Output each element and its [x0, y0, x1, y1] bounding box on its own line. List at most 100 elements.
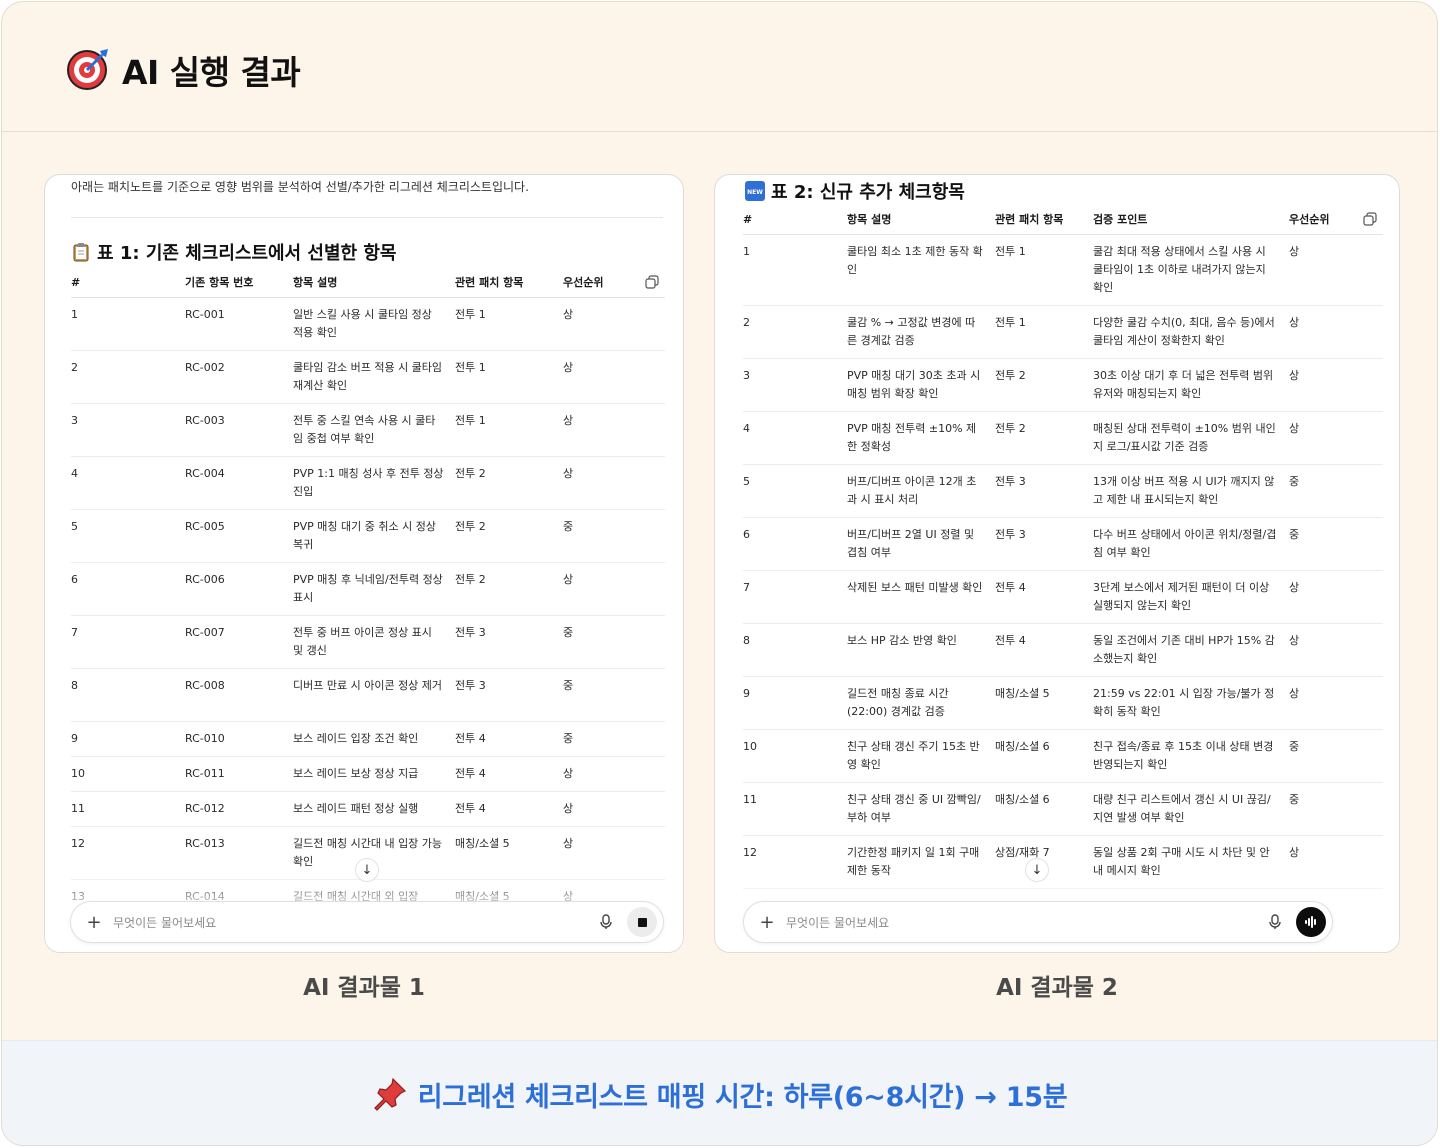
- table-cell: 전투 1: [455, 361, 486, 374]
- table-cell: 쿨타임 감소 버프 적용 시 쿨타임 재계산 확인: [293, 361, 443, 392]
- table-cell: 다수 버프 상태에서 아이콘 위치/정렬/겹침 여부 확인: [1093, 528, 1277, 559]
- chat-input[interactable]: 무엇이든 물어보세요: [786, 914, 1268, 931]
- table-cell: 다양한 쿨감 수치(0, 최대, 음수 등)에서 쿨타임 계산이 정확한지 확인: [1093, 316, 1275, 347]
- scroll-down-button[interactable]: ↓: [355, 858, 379, 882]
- table-cell: RC-001: [185, 308, 225, 321]
- table-row: 3 RC-003 전투 중 스킬 연속 사용 시 쿨타임 중첩 여부 확인 전투 1 상: [71, 404, 665, 457]
- table-cell: 2: [71, 361, 78, 374]
- table-cell: 중: [1289, 793, 1300, 806]
- table-row: 2 RC-002 쿨타임 감소 버프 적용 시 쿨타임 재계산 확인 전투 1 상: [71, 351, 665, 404]
- chat-input[interactable]: 무엇이든 물어보세요: [113, 914, 599, 931]
- table-cell: PVP 매칭 후 닉네임/전투력 정상 표시: [293, 573, 443, 604]
- column-header: 관련 패치 항목: [455, 276, 524, 289]
- table-row: 10 RC-011 보스 레이드 보상 정상 지급 전투 4 상: [71, 757, 665, 792]
- table-cell: 매칭/소셜 6: [995, 793, 1050, 806]
- pushpin-icon: [373, 1077, 406, 1111]
- intro-text: 아래는 패치노트를 기준으로 영향 범위를 분석하여 선별/추가한 리그레션 체…: [71, 180, 529, 194]
- table-cell: 상: [563, 308, 574, 321]
- table-cell: 6: [743, 528, 750, 541]
- table-cell: 전투 4: [455, 802, 486, 815]
- column-header: 우선순위: [1289, 213, 1330, 226]
- table-cell: 8: [71, 679, 78, 692]
- table-cell: RC-012: [185, 802, 225, 815]
- voice-mode-button[interactable]: [1296, 907, 1326, 937]
- table-cell: 전투 1: [455, 414, 486, 427]
- table-cell: 전투 중 스킬 연속 사용 시 쿨타임 중첩 여부 확인: [293, 414, 436, 445]
- table-cell: 5: [743, 475, 750, 488]
- clipboard-icon: [73, 243, 89, 262]
- table-row: 11 RC-012 보스 레이드 패턴 정상 실행 전투 4 상: [71, 792, 665, 827]
- table-cell: 13개 이상 버프 적용 시 UI가 깨지지 않고 제한 내 표시되는지 확인: [1093, 475, 1275, 506]
- ai-result-panel-2: NEW 표 2: 신규 추가 체크항목 # 항목 설명 관련 패치 항목 검증 …: [714, 174, 1400, 953]
- new-badge-icon: NEW: [745, 181, 765, 201]
- table-row: 8 RC-008 디버프 만료 시 아이콘 정상 제거 전투 3 중: [71, 669, 665, 722]
- table-row: 4 RC-004 PVP 1:1 매칭 성사 후 전투 정상 진입 전투 2 상: [71, 457, 665, 510]
- ai-result-panel-1: 아래는 패치노트를 기준으로 영향 범위를 분석하여 선별/추가한 리그레션 체…: [44, 174, 684, 953]
- table-row: 8 보스 HP 감소 반영 확인 전투 4 동일 조건에서 기존 대비 HP가 15%…: [743, 624, 1383, 677]
- table-cell: 중: [563, 732, 574, 745]
- caption-result-2: AI 결과물 2: [996, 975, 1118, 1001]
- table-cell: 상: [563, 573, 574, 586]
- table-cell: 1: [71, 308, 78, 321]
- table-cell: 전투 2: [455, 520, 486, 533]
- microphone-icon[interactable]: [1268, 914, 1282, 930]
- table-cell: RC-002: [185, 361, 225, 374]
- scroll-down-button[interactable]: ↓: [1025, 858, 1049, 882]
- column-header: 기존 항목 번호: [185, 276, 254, 289]
- microphone-icon[interactable]: [599, 914, 613, 930]
- table-cell: 상: [1289, 316, 1300, 329]
- table-cell: 전투 2: [995, 369, 1026, 382]
- plus-icon[interactable]: +: [758, 912, 776, 933]
- table-cell: 보스 HP 감소 반영 확인: [847, 634, 957, 647]
- table-cell: 전투 중 버프 아이콘 정상 표시 및 갱신: [293, 626, 432, 657]
- table-row: 5 버프/디버프 아이콘 12개 초과 시 표시 처리 전투 3 13개 이상 버프 …: [743, 465, 1383, 518]
- table-2-title-text: 표 2: 신규 추가 체크항목: [771, 182, 965, 203]
- table-cell: 보스 레이드 패턴 정상 실행: [293, 802, 419, 815]
- column-header: 검증 포인트: [1093, 213, 1148, 226]
- table-cell: 전투 4: [455, 767, 486, 780]
- table-cell: 전투 3: [995, 475, 1026, 488]
- svg-text:NEW: NEW: [747, 189, 763, 196]
- table-row: 1 RC-001 일반 스킬 사용 시 쿨타임 정상 적용 확인 전투 1 상: [71, 298, 665, 351]
- column-header: 항목 설명: [847, 213, 892, 226]
- table-cell: RC-008: [185, 679, 225, 692]
- table-cell: 친구 상태 갱신 중 UI 깜빡임/부하 여부: [847, 793, 981, 824]
- table-cell: 3: [71, 414, 78, 427]
- table-cell: 상: [563, 414, 574, 427]
- table-cell: 매칭된 상대 전투력이 ±10% 범위 내인지 로그/표시값 기준 검증: [1093, 422, 1276, 453]
- table-cell: 버프/디버프 아이콘 12개 초과 시 표시 처리: [847, 475, 977, 506]
- table-cell: 전투 4: [995, 634, 1026, 647]
- table-cell: 9: [71, 732, 78, 745]
- voice-wave-icon: [1305, 916, 1316, 928]
- page-header: AI 실행 결과: [2, 2, 1437, 132]
- table-cell: 전투 1: [995, 316, 1026, 329]
- table-cell: 친구 상태 갱신 주기 15초 반영 확인: [847, 740, 980, 771]
- table-cell: 8: [743, 634, 750, 647]
- table-cell: 4: [71, 467, 78, 480]
- chat-input-bar[interactable]: + 무엇이든 물어보세요: [70, 901, 664, 943]
- table-row: 9 길드전 매칭 종료 시간(22:00) 경계값 검증 매칭/소셜 5 21:59 …: [743, 677, 1383, 730]
- caption-result-1: AI 결과물 1: [303, 975, 425, 1001]
- table-cell: 4: [743, 422, 750, 435]
- table-cell: 30초 이상 대기 후 더 넓은 전투력 범위 유저와 매칭되는지 확인: [1093, 369, 1274, 400]
- table-cell: 7: [71, 626, 78, 639]
- table-cell: RC-010: [185, 732, 225, 745]
- table-cell: RC-004: [185, 467, 225, 480]
- table-cell: PVP 1:1 매칭 성사 후 전투 정상 진입: [293, 467, 444, 498]
- chat-input-bar[interactable]: + 무엇이든 물어보세요: [743, 901, 1333, 943]
- table-cell: 상: [1289, 245, 1300, 258]
- table-cell: 6: [71, 573, 78, 586]
- table-row: 2 쿨감 % → 고정값 변경에 따른 경계값 검증 전투 1 다양한 쿨감 수치(0…: [743, 306, 1383, 359]
- plus-icon[interactable]: +: [85, 912, 103, 933]
- table-cell: 전투 3: [455, 679, 486, 692]
- table-1: # 기존 항목 번호 항목 설명 관련 패치 항목 우선순위 1 RC-001 일반…: [71, 269, 665, 933]
- table-cell: 21:59 vs 22:01 시 입장 가능/불가 정확히 동작 확인: [1093, 687, 1275, 718]
- table-cell: 동일 조건에서 기존 대비 HP가 15% 감소했는지 확인: [1093, 634, 1275, 665]
- table-cell: 상: [1289, 422, 1300, 435]
- column-header: 항목 설명: [293, 276, 338, 289]
- stop-button[interactable]: [627, 907, 657, 937]
- table-cell: 전투 2: [995, 422, 1026, 435]
- target-dart-icon: [67, 49, 108, 90]
- table-cell: 디버프 만료 시 아이콘 정상 제거: [293, 679, 443, 692]
- table-cell: 길드전 매칭 종료 시간(22:00) 경계값 검증: [847, 687, 949, 718]
